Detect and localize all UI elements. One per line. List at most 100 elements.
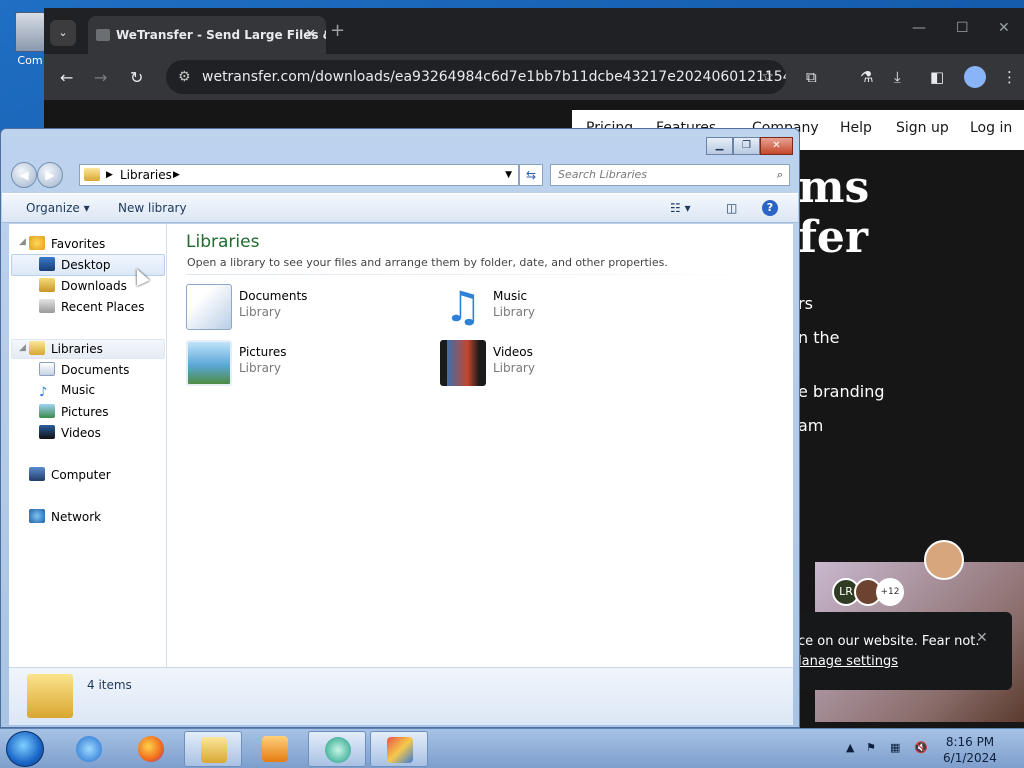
- nav-recent-label: Recent Places: [61, 300, 145, 314]
- computer-icon: [29, 467, 45, 481]
- side-panel-icon[interactable]: ◧: [930, 68, 944, 86]
- divider: [187, 274, 777, 275]
- refresh-button[interactable]: ⇆: [519, 164, 543, 186]
- taskbar-app[interactable]: [370, 731, 428, 767]
- labs-icon[interactable]: ⚗: [860, 68, 873, 86]
- manage-settings-link[interactable]: lanage settings: [798, 654, 898, 669]
- breadcrumb-arrow-icon[interactable]: ▶: [106, 165, 113, 185]
- maximize-icon[interactable]: ☐: [956, 20, 969, 36]
- library-pictures[interactable]: Pictures Library: [186, 340, 386, 390]
- search-icon[interactable]: ⌕: [777, 165, 783, 185]
- documents-icon: [186, 284, 232, 330]
- cookie-banner: ce on our website. Fear not. lanage sett…: [784, 612, 1012, 690]
- breadcrumb-arrow-icon[interactable]: ▶: [173, 165, 180, 185]
- clock[interactable]: 8:16 PM 6/1/2024: [930, 734, 1010, 766]
- navigation-pane: ◢ Favorites Desktop Downloads Recent Pla…: [9, 224, 167, 667]
- nav-desktop-label: Desktop: [61, 258, 111, 272]
- preview-pane-icon[interactable]: ◫: [726, 201, 737, 215]
- nav-desktop[interactable]: Desktop: [39, 257, 111, 272]
- nav-libraries[interactable]: Libraries: [29, 341, 103, 356]
- nav-favorites[interactable]: Favorites: [29, 236, 105, 251]
- breadcrumb[interactable]: Libraries: [120, 165, 172, 185]
- reload-icon[interactable]: ↻: [130, 68, 143, 87]
- download-icon[interactable]: ⤓: [894, 68, 901, 86]
- address-dropdown-icon[interactable]: ▼: [505, 165, 512, 185]
- library-name: Videos: [493, 345, 533, 359]
- close-button[interactable]: ✕: [760, 137, 793, 155]
- start-button[interactable]: [6, 731, 44, 767]
- back-button[interactable]: ◀: [11, 162, 37, 188]
- menu-icon[interactable]: ⋮: [1002, 68, 1017, 86]
- tab-search-button[interactable]: ⌄: [50, 20, 76, 46]
- maximize-button[interactable]: ❐: [733, 137, 760, 155]
- forward-button[interactable]: ▶: [37, 162, 63, 188]
- taskbar-firefox[interactable]: [122, 731, 180, 767]
- library-name: Pictures: [239, 345, 287, 359]
- tab-close-icon[interactable]: ✕: [305, 16, 316, 54]
- library-videos[interactable]: Videos Library: [440, 340, 640, 390]
- desktop-icon-label: Com: [17, 54, 43, 67]
- nav-music[interactable]: ♪ Music: [39, 383, 95, 400]
- search-placeholder: Search Libraries: [558, 168, 648, 181]
- minimize-icon[interactable]: —: [912, 20, 926, 36]
- tab-wetransfer[interactable]: WeTransfer - Send Large Files & Share ✕: [88, 16, 326, 54]
- explorer-icon: [201, 737, 227, 763]
- nav-network[interactable]: Network: [29, 509, 101, 524]
- nav-signup[interactable]: Sign up: [896, 120, 949, 136]
- taskbar-media[interactable]: [246, 731, 304, 767]
- nav-downloads[interactable]: Downloads: [39, 278, 127, 293]
- nav-login[interactable]: Log in: [970, 120, 1012, 136]
- forward-icon[interactable]: →: [94, 68, 107, 87]
- new-library-button[interactable]: New library: [118, 201, 187, 215]
- pictures-icon: [39, 404, 55, 418]
- nav-recent-places[interactable]: Recent Places: [39, 299, 144, 314]
- expand-icon[interactable]: ◢: [19, 237, 26, 247]
- desktop-icon: [39, 257, 55, 271]
- volume-muted-icon[interactable]: 🔇: [914, 741, 928, 754]
- cookie-close-icon[interactable]: ✕: [976, 630, 988, 646]
- profile-icon[interactable]: [964, 66, 986, 88]
- taskbar-explorer[interactable]: [184, 731, 242, 767]
- address-bar[interactable]: ▶ Libraries ▶ ▼: [79, 164, 519, 186]
- show-hidden-icons[interactable]: ▲: [846, 741, 854, 754]
- nav-documents[interactable]: Documents: [39, 362, 129, 377]
- libraries-icon: [84, 168, 100, 181]
- nav-downloads-label: Downloads: [61, 279, 127, 293]
- change-view-icon[interactable]: ☷ ▾: [670, 201, 691, 215]
- minimize-button[interactable]: ▁: [706, 137, 733, 155]
- address-bar[interactable]: ⚙ wetransfer.com/downloads/ea93264984c6d…: [166, 60, 786, 94]
- new-tab-button[interactable]: +: [330, 20, 345, 41]
- page-description: Open a library to see your files and arr…: [187, 256, 668, 269]
- nav-help[interactable]: Help: [840, 120, 872, 136]
- expand-icon[interactable]: ◢: [19, 343, 26, 353]
- nav-computer[interactable]: Computer: [29, 467, 111, 482]
- action-center-icon[interactable]: ⚑: [866, 741, 876, 754]
- close-icon[interactable]: ✕: [998, 20, 1010, 36]
- library-documents[interactable]: Documents Library: [186, 284, 386, 334]
- body-line-1: rs: [798, 294, 813, 313]
- network-tray-icon[interactable]: ▦: [890, 741, 900, 754]
- help-icon[interactable]: ?: [762, 200, 778, 216]
- star-icon: [29, 236, 45, 250]
- explorer-window: ▁ ❐ ✕ ◀ ▶ ▶ Libraries ▶ ▼ ⇆ Search Libra…: [0, 128, 800, 728]
- body-line-4: am: [798, 416, 824, 435]
- library-music[interactable]: ♫ Music Library: [440, 284, 640, 334]
- cookie-text: ce on our website. Fear not.: [798, 634, 980, 649]
- site-info-icon[interactable]: ⚙: [178, 60, 191, 94]
- nav-videos[interactable]: Videos: [39, 425, 101, 440]
- app-icon: [387, 737, 413, 763]
- library-name: Music: [493, 289, 528, 303]
- back-icon[interactable]: ←: [60, 68, 73, 87]
- bookmark-star-icon[interactable]: ☆: [761, 60, 774, 94]
- favicon-icon: [96, 29, 110, 41]
- search-input[interactable]: Search Libraries ⌕: [550, 164, 790, 186]
- music-icon: ♪: [39, 385, 48, 400]
- libraries-icon: [29, 341, 45, 355]
- taskbar-chrome-app[interactable]: [308, 731, 366, 767]
- nav-pictures[interactable]: Pictures: [39, 404, 109, 419]
- headline-line-1: ms: [798, 162, 870, 213]
- nav-pictures-label: Pictures: [61, 405, 109, 419]
- organize-button[interactable]: Organize ▾: [26, 201, 90, 215]
- taskbar-ie[interactable]: [60, 731, 118, 767]
- extensions-icon[interactable]: ⧉: [806, 68, 817, 86]
